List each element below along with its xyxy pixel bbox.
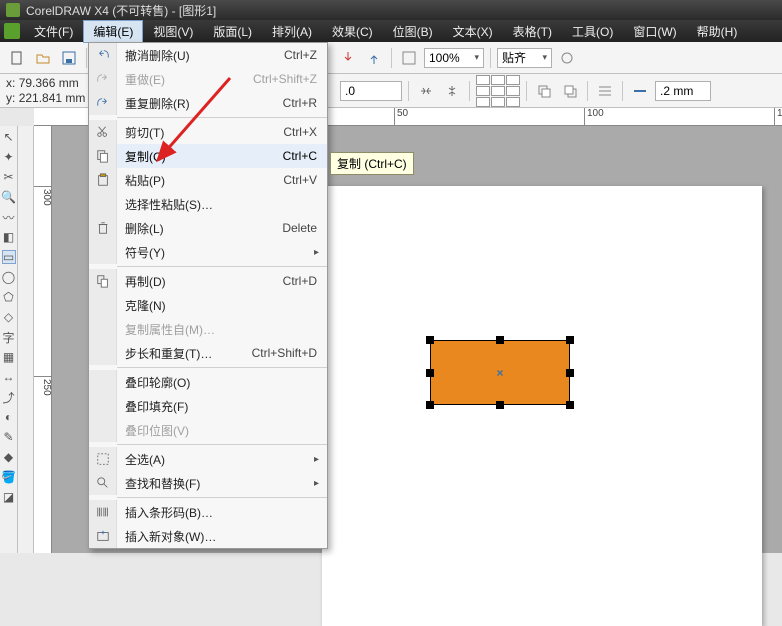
- app-menu-icon[interactable]: [4, 23, 20, 39]
- origin-anchor-grid[interactable]: [476, 75, 520, 107]
- menuitem-18: 叠印位图(V): [89, 418, 327, 442]
- menuitem-17[interactable]: 叠印填充(F): [89, 394, 327, 418]
- table-tool[interactable]: ▦: [2, 350, 16, 364]
- menu-9[interactable]: 工具(O): [562, 20, 623, 43]
- handle-w[interactable]: [426, 369, 434, 377]
- connector-tool[interactable]: ⤴: [2, 390, 16, 404]
- position-readout: x: 79.366 mm y: 221.841 mm: [6, 76, 92, 105]
- menuitem-11[interactable]: 再制(D)Ctrl+D: [89, 269, 327, 293]
- new-doc-button[interactable]: [6, 47, 28, 69]
- copy-tooltip: 复制 (Ctrl+C): [330, 152, 414, 175]
- toolbox-flyouts: [18, 126, 34, 553]
- ruler-vertical: 300250: [34, 126, 52, 553]
- menu-1[interactable]: 编辑(E): [83, 20, 143, 43]
- app-launcher-button[interactable]: [398, 47, 420, 69]
- mirror-h-button[interactable]: [415, 80, 437, 102]
- outline-tool[interactable]: ◆: [2, 450, 16, 464]
- menuitem-2[interactable]: 重复删除(R)Ctrl+R: [89, 91, 327, 115]
- export-button[interactable]: [363, 47, 385, 69]
- handle-e[interactable]: [566, 369, 574, 377]
- eyedropper-tool[interactable]: ✎: [2, 430, 16, 444]
- menuitem-21[interactable]: 查找和替换(F): [89, 471, 327, 495]
- open-button[interactable]: [32, 47, 54, 69]
- menuitem-23[interactable]: 插入条形码(B)…: [89, 500, 327, 524]
- menu-4[interactable]: 排列(A): [262, 20, 322, 43]
- zoom-combo[interactable]: 100%: [424, 48, 484, 68]
- app-icon: [6, 3, 20, 17]
- handle-n[interactable]: [496, 336, 504, 344]
- crop-tool[interactable]: ✂: [2, 170, 16, 184]
- handle-nw[interactable]: [426, 336, 434, 344]
- dimension-tool[interactable]: ↔: [2, 370, 16, 384]
- menuitem-6[interactable]: 粘贴(P)Ctrl+V: [89, 168, 327, 192]
- menuitem-14[interactable]: 步长和重复(T)…Ctrl+Shift+D: [89, 341, 327, 365]
- effects-tool[interactable]: ◐: [2, 410, 16, 424]
- selected-rectangle[interactable]: ×: [430, 340, 570, 405]
- shape-tool[interactable]: ✦: [2, 150, 16, 164]
- to-back-button[interactable]: [559, 80, 581, 102]
- edit-menu-dropdown: 撤消删除(U)Ctrl+Z重做(E)Ctrl+Shift+Z重复删除(R)Ctr…: [88, 42, 328, 549]
- menuitem-5[interactable]: 复制(C)Ctrl+C: [89, 144, 327, 168]
- window-title: CorelDRAW X4 (不可转售) - [图形1]: [26, 2, 216, 19]
- menu-8[interactable]: 表格(T): [503, 20, 562, 43]
- zoom-tool[interactable]: 🔍: [2, 190, 16, 204]
- menu-6[interactable]: 位图(B): [383, 20, 443, 43]
- menuitem-13: 复制属性自(M)…: [89, 317, 327, 341]
- menu-3[interactable]: 版面(L): [203, 20, 262, 43]
- pick-tool[interactable]: ↖: [2, 130, 16, 144]
- menuitem-4[interactable]: 剪切(T)Ctrl+X: [89, 120, 327, 144]
- fill-tool[interactable]: 🪣: [2, 470, 16, 484]
- menu-10[interactable]: 窗口(W): [623, 20, 686, 43]
- menuitem-9[interactable]: 符号(Y): [89, 240, 327, 264]
- outline-width-field[interactable]: .2 mm: [655, 81, 711, 101]
- center-marker: ×: [496, 366, 503, 380]
- menuitem-24[interactable]: 插入新对象(W)…: [89, 524, 327, 548]
- menuitem-1: 重做(E)Ctrl+Shift+Z: [89, 67, 327, 91]
- interactive-fill-tool[interactable]: ◪: [2, 490, 16, 504]
- wrap-text-button[interactable]: [594, 80, 616, 102]
- options-button[interactable]: [556, 47, 578, 69]
- save-button[interactable]: [58, 47, 80, 69]
- menuitem-0[interactable]: 撤消删除(U)Ctrl+Z: [89, 43, 327, 67]
- page: [322, 186, 762, 626]
- freehand-tool[interactable]: 〰: [2, 210, 16, 224]
- menu-5[interactable]: 效果(C): [322, 20, 383, 43]
- menu-0[interactable]: 文件(F): [24, 20, 83, 43]
- handle-s[interactable]: [496, 401, 504, 409]
- rotation-field[interactable]: .0: [340, 81, 402, 101]
- titlebar: CorelDRAW X4 (不可转售) - [图形1]: [0, 0, 782, 20]
- menuitem-12[interactable]: 克隆(N): [89, 293, 327, 317]
- menuitem-8[interactable]: 删除(L)Delete: [89, 216, 327, 240]
- menu-11[interactable]: 帮助(H): [687, 20, 748, 43]
- to-front-button[interactable]: [533, 80, 555, 102]
- outline-style-button[interactable]: [629, 80, 651, 102]
- menuitem-16[interactable]: 叠印轮廓(O): [89, 370, 327, 394]
- handle-se[interactable]: [566, 401, 574, 409]
- snap-combo[interactable]: 贴齐: [497, 48, 552, 68]
- import-button[interactable]: [337, 47, 359, 69]
- basic-shapes-tool[interactable]: ◇: [2, 310, 16, 324]
- handle-ne[interactable]: [566, 336, 574, 344]
- text-tool[interactable]: 字: [2, 330, 16, 344]
- polygon-tool[interactable]: ⬠: [2, 290, 16, 304]
- menu-7[interactable]: 文本(X): [443, 20, 503, 43]
- menuitem-7[interactable]: 选择性粘贴(S)…: [89, 192, 327, 216]
- ellipse-tool[interactable]: ◯: [2, 270, 16, 284]
- mirror-v-button[interactable]: [441, 80, 463, 102]
- menuitem-20[interactable]: 全选(A): [89, 447, 327, 471]
- toolbox: ↖ ✦ ✂ 🔍 〰 ◧ ▭ ◯ ⬠ ◇ 字 ▦ ↔ ⤴ ◐ ✎ ◆ 🪣 ◪: [0, 126, 18, 553]
- menubar: 文件(F)编辑(E)视图(V)版面(L)排列(A)效果(C)位图(B)文本(X)…: [0, 20, 782, 42]
- rectangle-tool[interactable]: ▭: [2, 250, 16, 264]
- menu-2[interactable]: 视图(V): [143, 20, 203, 43]
- handle-sw[interactable]: [426, 401, 434, 409]
- smart-fill-tool[interactable]: ◧: [2, 230, 16, 244]
